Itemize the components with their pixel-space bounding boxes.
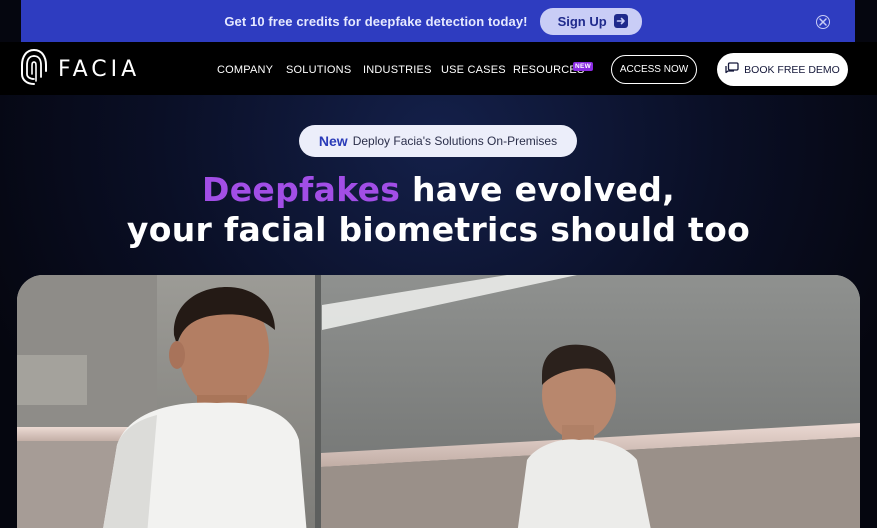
logo[interactable]: FACIA: [20, 47, 140, 92]
arrow-right-icon: [613, 14, 628, 28]
nav-item-use-cases[interactable]: USE CASES: [441, 64, 506, 76]
book-free-demo-label: BOOK FREE DEMO: [744, 63, 840, 76]
access-now-button[interactable]: ACCESS NOW: [611, 55, 697, 84]
access-now-label: ACCESS NOW: [619, 64, 689, 75]
main-navbar: FACIA COMPANY SOLUTIONS INDUSTRIES USE C…: [0, 42, 877, 95]
nav-item-company[interactable]: COMPANY: [217, 64, 273, 76]
pill-text: Deploy Facia's Solutions On-Premises: [352, 134, 558, 148]
nav-item-solutions[interactable]: SOLUTIONS: [286, 64, 351, 76]
headline-accent: Deepfakes: [202, 170, 401, 209]
fingerprint-logo-icon: [20, 47, 48, 92]
close-circle-icon[interactable]: [816, 15, 830, 29]
new-badge: NEW: [573, 62, 594, 71]
signup-label: Sign Up: [557, 13, 607, 29]
signup-button[interactable]: Sign Up: [539, 7, 642, 35]
hero-video-scene: [17, 275, 860, 528]
logo-text: FACIA: [58, 57, 141, 82]
hero-section: New Deploy Facia's Solutions On-Premises…: [0, 95, 877, 528]
promo-banner: Get 10 free credits for deepfake detecti…: [21, 0, 855, 42]
promo-text: Get 10 free credits for deepfake detecti…: [224, 13, 528, 29]
hero-headline: Deepfakes have evolved, your facial biom…: [0, 170, 877, 250]
book-free-demo-button[interactable]: BOOK FREE DEMO: [717, 53, 848, 86]
chat-icon: [725, 61, 739, 78]
hero-video[interactable]: [17, 275, 860, 528]
nav-item-industries[interactable]: INDUSTRIES: [363, 64, 432, 76]
headline-line2: your facial biometrics should too: [126, 210, 751, 249]
pill-new-label: New: [318, 133, 348, 149]
announcement-pill[interactable]: New Deploy Facia's Solutions On-Premises: [299, 125, 577, 157]
headline-line1-rest: have evolved,: [400, 170, 675, 209]
